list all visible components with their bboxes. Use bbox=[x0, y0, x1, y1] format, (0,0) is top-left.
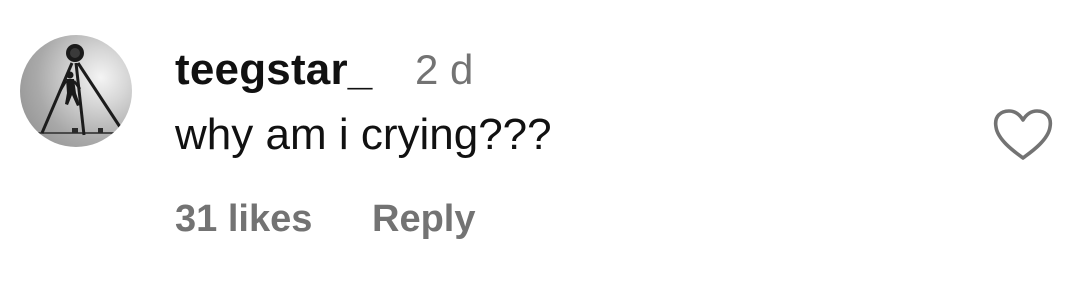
reply-button[interactable]: Reply bbox=[372, 193, 475, 245]
comment-item: teegstar_ 2 d why am i crying??? 31 like… bbox=[0, 0, 1079, 287]
heart-outline-icon bbox=[993, 109, 1053, 160]
avatar[interactable] bbox=[20, 35, 132, 147]
comment-timestamp: 2 d bbox=[415, 46, 474, 93]
comment-username[interactable]: teegstar_ bbox=[175, 42, 372, 98]
comment-text: why am i crying??? bbox=[175, 110, 552, 159]
likes-count[interactable]: 31 likes bbox=[175, 193, 312, 245]
avatar-photo bbox=[20, 44, 132, 136]
like-button[interactable] bbox=[992, 108, 1054, 162]
